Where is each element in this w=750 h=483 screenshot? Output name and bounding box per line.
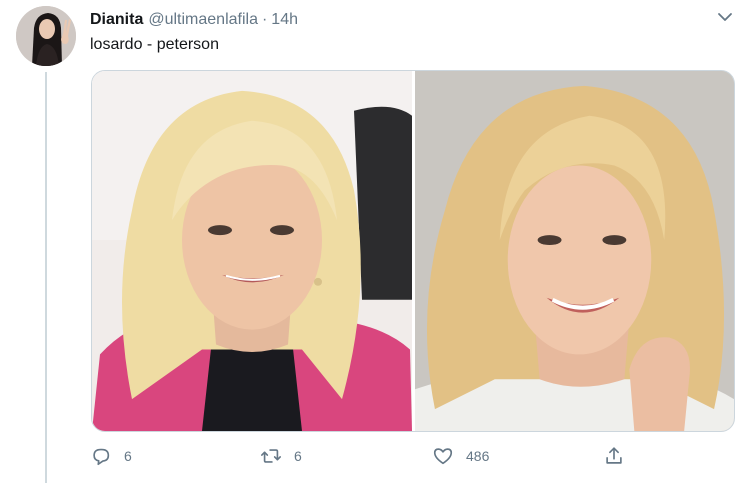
thread-line [45,72,47,483]
retweet-count: 6 [294,448,302,464]
share-icon [606,447,622,464]
tweet-header: Dianita @ultimaenlafila · 14h [90,10,298,30]
retweet-icon [261,449,281,463]
avatar-image [16,6,76,66]
share-button[interactable] [603,444,625,468]
author-name[interactable]: Dianita [90,11,143,29]
tweet-actions: 6 6 486 [90,444,650,468]
media-photo-2[interactable] [415,71,734,431]
separator-dot: · [261,11,268,28]
chevron-down-icon[interactable] [716,8,734,26]
media-photo-1[interactable] [92,71,412,431]
like-count: 486 [466,448,490,464]
tweet-text: losardo - peterson [90,36,219,53]
avatar[interactable] [16,6,76,66]
like-button[interactable]: 486 [432,444,489,468]
tweet-timestamp[interactable]: 14h [271,11,298,29]
reply-count: 6 [124,448,132,464]
retweet-button[interactable]: 6 [260,444,302,468]
tweet[interactable]: Dianita @ultimaenlafila · 14h losardo - … [0,0,750,483]
reply-icon [93,448,110,466]
heart-icon [433,448,453,465]
author-handle[interactable]: @ultimaenlafila [148,11,258,29]
reply-button[interactable]: 6 [90,444,132,468]
media-grid[interactable] [91,70,735,432]
